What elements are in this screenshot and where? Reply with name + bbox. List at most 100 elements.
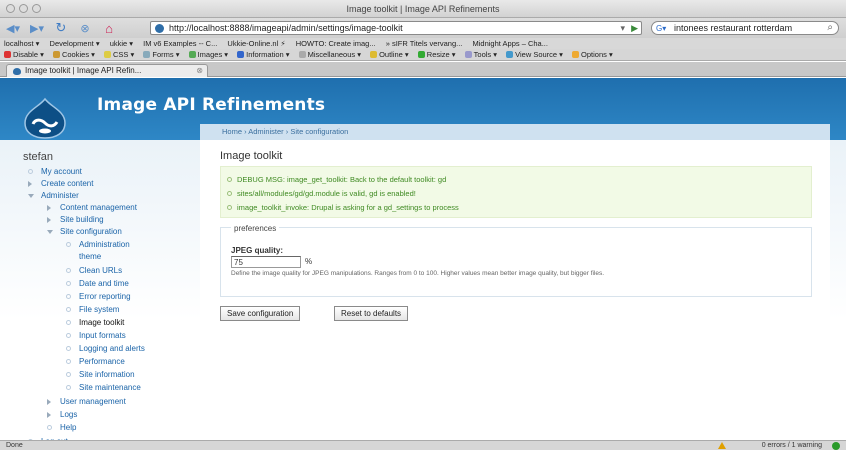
history-dropdown-icon[interactable]: ▾ <box>620 22 625 34</box>
sidebar-item-performance[interactable]: Performance <box>66 357 125 367</box>
options-icon <box>572 51 580 58</box>
leaf-bullet-icon <box>28 169 33 174</box>
bookmark-item[interactable]: Development ▾ <box>50 39 100 48</box>
preferences-fieldset: preferences JPEG quality: % Define the i… <box>220 224 812 297</box>
sidebar-item-clean-urls[interactable]: Clean URLs <box>66 266 122 276</box>
devtool-view-source[interactable]: View Source ▾ <box>506 50 563 59</box>
devtool-images[interactable]: Images ▾ <box>188 50 228 59</box>
window-title: Image toolkit | Image API Refinements <box>346 4 500 14</box>
sidebar-item-administration-theme-2[interactable]: theme <box>79 252 101 262</box>
sidebar-item-content-management[interactable]: Content management <box>47 203 137 213</box>
devtool-outline[interactable]: Outline ▾ <box>370 50 409 59</box>
url-bar[interactable]: http://localhost:8888/imageapi/admin/set… <box>150 21 642 35</box>
sidebar-item-administer[interactable]: Administer <box>28 191 79 201</box>
bookmark-item[interactable]: ukkie ▾ <box>110 39 133 48</box>
sidebar-item-error-reporting[interactable]: Error reporting <box>66 292 131 302</box>
close-tab-icon[interactable]: ⊗ <box>196 65 203 77</box>
window-titlebar: Image toolkit | Image API Refinements <box>0 0 846 18</box>
site-name[interactable]: Image API Refinements <box>97 95 325 115</box>
url-text: http://localhost:8888/imageapi/admin/set… <box>169 23 403 33</box>
status-messages: DEBUG MSG: image_get_toolkit: Back to th… <box>220 166 812 218</box>
sidebar-item-input-formats[interactable]: Input formats <box>66 331 126 341</box>
reload-icon[interactable]: ↻ <box>52 20 70 36</box>
sidebar-item-create-content[interactable]: Create content <box>28 179 93 189</box>
status-message: image_toolkit_invoke: Drupal is asking f… <box>227 203 459 212</box>
devtool-css[interactable]: CSS ▾ <box>104 50 134 59</box>
collapsed-arrow-icon <box>28 181 32 187</box>
back-icon[interactable]: ◀▾ <box>4 22 22 35</box>
warning-icon[interactable] <box>718 442 726 449</box>
search-icon[interactable]: ⌕ <box>827 22 833 34</box>
sidebar-item-site-configuration[interactable]: Site configuration <box>47 227 122 237</box>
leaf-bullet-icon <box>66 346 71 351</box>
devtool-resize[interactable]: Resize ▾ <box>417 50 456 59</box>
leaf-bullet-icon <box>66 268 71 273</box>
stop-icon[interactable]: ⊗ <box>76 22 94 35</box>
sidebar-item-logs[interactable]: Logs <box>47 410 77 420</box>
tab-title: Image toolkit | Image API Refin... <box>25 66 142 75</box>
validator-ok-icon[interactable] <box>832 442 840 450</box>
miscellaneous-icon <box>298 51 306 58</box>
forward-icon[interactable]: ▶▾ <box>28 22 46 35</box>
information-icon <box>237 51 245 58</box>
sidebar-item-site-building[interactable]: Site building <box>47 215 104 225</box>
sidebar-item-logging-and-alerts[interactable]: Logging and alerts <box>66 344 145 354</box>
devtool-forms[interactable]: Forms ▾ <box>143 50 180 59</box>
sidebar-item-image-toolkit[interactable]: Image toolkit <box>66 318 124 328</box>
save-configuration-button[interactable]: Save configuration <box>220 306 301 321</box>
breadcrumb[interactable]: Home › Administer › Site configuration <box>200 124 830 140</box>
sidebar-item-site-maintenance[interactable]: Site maintenance <box>66 383 141 393</box>
zoom-window-button[interactable] <box>32 4 41 13</box>
devtool-information[interactable]: Information ▾ <box>237 50 290 59</box>
close-window-button[interactable] <box>6 4 15 13</box>
leaf-bullet-icon <box>47 425 52 430</box>
drupal-logo-icon[interactable] <box>21 97 69 139</box>
forms-icon <box>143 51 151 58</box>
leaf-bullet-icon <box>66 320 71 325</box>
tab-strip: Image toolkit | Image API Refin... ⊗ <box>0 62 846 77</box>
error-count[interactable]: 0 errors / 1 warning <box>762 441 822 450</box>
bookmark-item[interactable]: Midnight Apps – Cha... <box>473 39 548 48</box>
home-icon[interactable]: ⌂ <box>100 21 118 36</box>
devtool-options[interactable]: Options ▾ <box>572 50 613 59</box>
devtool-tools[interactable]: Tools ▾ <box>464 50 497 59</box>
message-bullet-icon <box>227 191 232 196</box>
expanded-arrow-icon <box>28 194 34 198</box>
reset-to-defaults-button[interactable]: Reset to defaults <box>334 306 409 321</box>
search-input[interactable]: G▾ intonees restaurant rotterdam ⌕ <box>651 21 839 35</box>
sidebar-username: stefan <box>23 151 53 163</box>
bookmarks-toolbar: localhost ▾ Development ▾ ukkie ▾ IM v6 … <box>0 38 846 49</box>
message-bullet-icon <box>227 177 232 182</box>
search-engine-icon[interactable]: G▾ <box>656 23 666 34</box>
jpeg-quality-description: Define the image quality for JPEG manipu… <box>231 270 605 277</box>
minimize-window-button[interactable] <box>19 4 28 13</box>
sidebar-item-date-and-time[interactable]: Date and time <box>66 279 129 289</box>
search-text: intonees restaurant rotterdam <box>674 23 793 33</box>
disable-icon <box>4 51 11 58</box>
bookmark-item[interactable]: HOWTO: Create imag... <box>296 39 376 48</box>
leaf-bullet-icon <box>66 385 71 390</box>
sidebar-item-site-information[interactable]: Site information <box>66 370 135 380</box>
bookmark-item[interactable]: IM v6 Examples -- C... <box>143 39 217 48</box>
tab-image-toolkit[interactable]: Image toolkit | Image API Refin... ⊗ <box>6 64 208 77</box>
jpeg-quality-input[interactable] <box>231 256 301 268</box>
leaf-bullet-icon <box>66 359 71 364</box>
devtool-disable[interactable]: Disable ▾ <box>4 50 44 59</box>
sidebar-item-file-system[interactable]: File system <box>66 305 119 315</box>
sidebar-item-user-management[interactable]: User management <box>47 397 126 407</box>
bookmark-item[interactable]: localhost ▾ <box>4 39 39 48</box>
bookmark-item[interactable]: Ukkie-Online.nl ⚡ <box>227 39 285 48</box>
web-developer-toolbar: Disable ▾ Cookies ▾ CSS ▾ Forms ▾ Images… <box>0 49 846 61</box>
devtool-cookies[interactable]: Cookies ▾ <box>52 50 95 59</box>
collapsed-arrow-icon <box>47 412 51 418</box>
sidebar-item-my-account[interactable]: My account <box>28 167 82 177</box>
bookmark-item[interactable]: » sIFR Titels vervang... <box>386 39 463 48</box>
sidebar-item-administration-theme[interactable]: Administration <box>66 240 130 250</box>
resize-icon <box>417 51 425 58</box>
sidebar-item-help[interactable]: Help <box>47 423 76 433</box>
message-bullet-icon <box>227 205 232 210</box>
go-icon[interactable]: ▶ <box>631 22 638 34</box>
leaf-bullet-icon <box>66 307 71 312</box>
devtool-miscellaneous[interactable]: Miscellaneous ▾ <box>298 50 361 59</box>
window-controls <box>6 4 41 13</box>
